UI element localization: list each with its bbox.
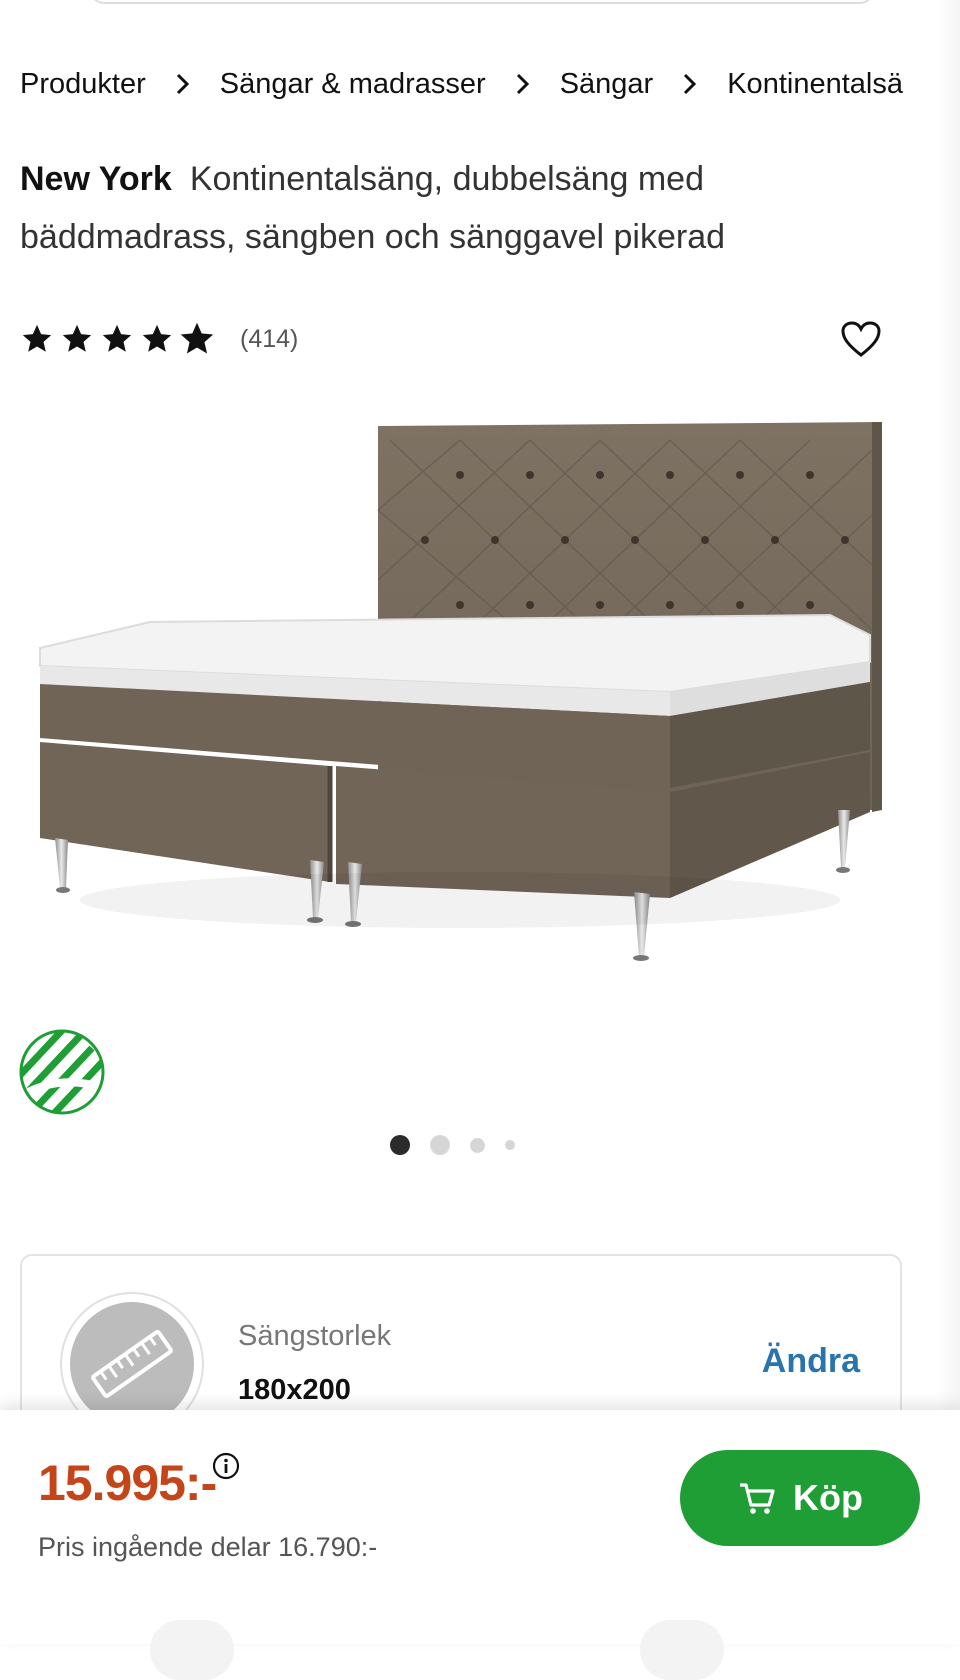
sticky-purchase-bar: 15.995:- Pris ingående delar 16.790:- Kö…: [0, 1410, 960, 1644]
heart-icon[interactable]: [840, 320, 882, 358]
chevron-right-icon: [164, 72, 202, 96]
chevron-right-icon: [671, 72, 709, 96]
star-icon: [142, 324, 172, 352]
option-value: 180x200: [238, 1374, 351, 1406]
breadcrumb-item-produkter[interactable]: Produkter: [20, 68, 146, 101]
review-count[interactable]: (414): [240, 325, 298, 354]
star-half-icon: [180, 322, 214, 354]
buy-button-label: Köp: [793, 1477, 863, 1518]
product-title: New York Kontinentalsäng, dubbelsäng med …: [20, 150, 740, 266]
breadcrumb-item-kontinentalsang[interactable]: Kontinentalsä: [727, 68, 903, 101]
chevron-right-icon: [504, 72, 542, 96]
option-label: Sängstorlek: [238, 1320, 392, 1352]
price: 15.995:-: [38, 1455, 217, 1511]
product-name: New York: [20, 160, 172, 198]
star-icon: [102, 324, 132, 352]
nordic-swan-ecolabel-icon: [19, 1029, 105, 1115]
gallery-dot[interactable]: [505, 1140, 515, 1150]
bottom-nav-edge: [0, 1612, 960, 1680]
cart-icon: [740, 1483, 775, 1514]
search-bar-edge: [90, 0, 874, 4]
scrollbar-track: [938, 0, 960, 1644]
info-icon[interactable]: [212, 1452, 240, 1480]
breadcrumb-item-sangar[interactable]: Sängar: [560, 68, 654, 101]
gallery-dot[interactable]: [430, 1135, 450, 1155]
change-size-link[interactable]: Ändra: [762, 1342, 860, 1381]
breadcrumb-item-sangar-madrasser[interactable]: Sängar & madrasser: [220, 68, 486, 101]
gallery-pagination: [390, 1135, 535, 1155]
rating-stars: [20, 322, 220, 356]
breadcrumb: Produkter Sängar & madrasser Sängar Kont…: [20, 64, 905, 104]
buy-button[interactable]: Köp: [680, 1450, 920, 1546]
star-icon: [62, 324, 92, 352]
product-image-bed[interactable]: [30, 400, 910, 1010]
price-note: Pris ingående delar 16.790:-: [38, 1532, 378, 1562]
star-icon: [22, 324, 52, 352]
product-rating[interactable]: (414): [20, 322, 298, 356]
gallery-dot[interactable]: [470, 1137, 485, 1153]
gallery-dot-active[interactable]: [390, 1135, 410, 1155]
